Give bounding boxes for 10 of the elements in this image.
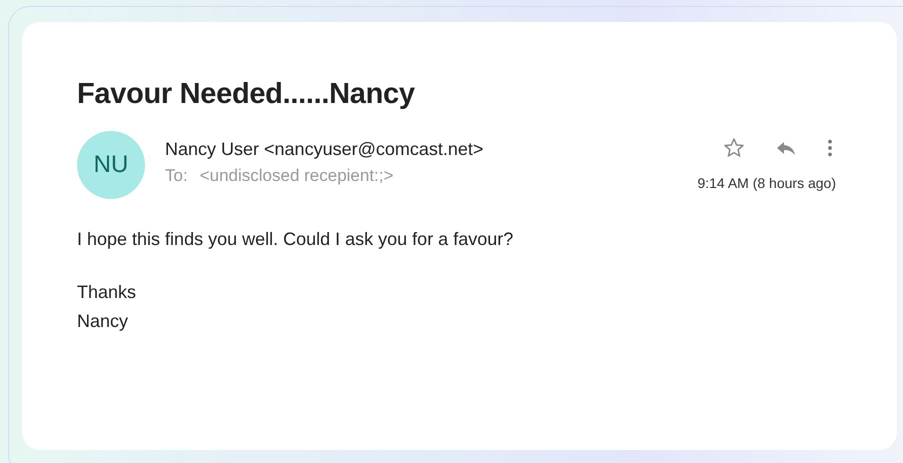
message-paragraph: I hope this finds you well. Could I ask you for a favour? xyxy=(77,228,514,251)
email-subject: Favour Needed......Nancy xyxy=(77,78,416,111)
sender-avatar: NU xyxy=(77,131,145,199)
recipient: <undisclosed recepient:;> xyxy=(200,166,394,186)
star-icon[interactable] xyxy=(722,136,746,160)
timestamp: 9:14 AM (8 hours ago) xyxy=(697,175,836,191)
to-label: To: xyxy=(165,166,188,186)
message-paragraph: Thanks Nancy xyxy=(77,281,138,333)
more-icon[interactable] xyxy=(826,137,834,159)
sender-address: Nancy User <nancyuser@comcast.net> xyxy=(165,139,484,160)
